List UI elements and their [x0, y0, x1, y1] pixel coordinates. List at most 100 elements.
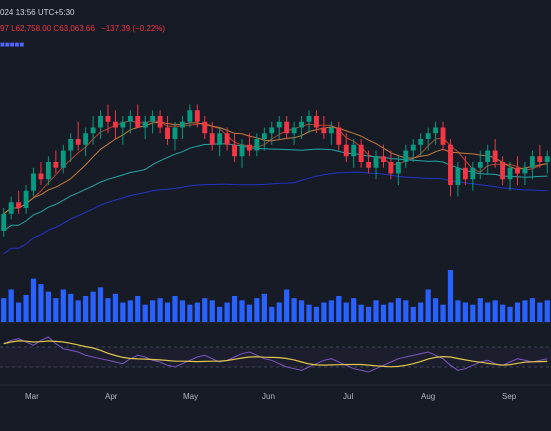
- candle: [239, 139, 245, 168]
- month-label-may: May: [183, 392, 199, 401]
- candle: [529, 150, 535, 180]
- volume-bar: [112, 293, 119, 322]
- volume-bar: [8, 289, 14, 322]
- candle: [112, 110, 118, 139]
- candle-body: [239, 144, 245, 157]
- candle-body: [351, 144, 357, 157]
- ohlc-close: C63,063.66: [53, 24, 95, 33]
- volume-bar: [365, 306, 372, 322]
- candle: [492, 139, 498, 168]
- candle: [254, 133, 260, 157]
- indicator-legend[interactable]: ■■■■■: [0, 40, 24, 49]
- candle: [31, 167, 36, 197]
- month-label-jul: Jul: [343, 392, 354, 401]
- candle-body: [321, 127, 327, 134]
- candle: [179, 116, 185, 139]
- volume-bar: [418, 302, 424, 322]
- ohlc-open: 97: [0, 24, 9, 33]
- volume-bar: [83, 296, 89, 322]
- candle: [395, 156, 401, 185]
- candle-body: [284, 121, 290, 134]
- candle: [105, 104, 111, 134]
- volume-bar: [403, 300, 409, 322]
- month-label-mar: Mar: [25, 392, 39, 401]
- candle-body: [53, 162, 59, 168]
- ohlc-change: −137.39 (−0.22%): [101, 24, 166, 33]
- candle-body: [507, 167, 513, 180]
- candle-body: [127, 116, 133, 122]
- candle: [53, 150, 59, 174]
- candle-body: [410, 144, 416, 151]
- volume-bar: [261, 293, 267, 322]
- volume-bar: [135, 296, 141, 322]
- candle: [127, 110, 133, 134]
- volume-bar: [164, 302, 171, 322]
- volume-bar: [194, 302, 200, 322]
- candle: [299, 116, 305, 139]
- candle: [381, 144, 386, 168]
- candle-body: [433, 127, 439, 134]
- candlesticks: [1, 104, 550, 237]
- candle: [373, 150, 379, 180]
- candle-body: [291, 127, 297, 134]
- candle-body: [366, 162, 372, 168]
- volume-bar: [514, 302, 521, 322]
- candle-body: [336, 127, 342, 145]
- volume-bar: [477, 298, 483, 322]
- volume-bar: [202, 298, 208, 322]
- candle-body: [306, 116, 312, 122]
- candle: [507, 162, 513, 191]
- volume-bar: [1, 298, 7, 322]
- volume-bar: [447, 270, 454, 322]
- candle: [165, 116, 170, 145]
- month-label-apr: Apr: [105, 392, 118, 401]
- volume-bar: [179, 300, 186, 322]
- volume-bar: [328, 300, 334, 322]
- candle-body: [485, 150, 491, 162]
- ohlc-low: L62,758.00: [11, 24, 52, 33]
- volume-bar: [187, 304, 193, 322]
- volume-bar: [298, 300, 305, 322]
- volume-bar: [127, 300, 133, 322]
- volume-bar: [343, 302, 349, 322]
- volume-bar: [172, 296, 178, 322]
- volume-bar: [217, 306, 223, 322]
- candle: [217, 127, 223, 157]
- candle-body: [425, 133, 431, 139]
- candle-body: [60, 150, 66, 168]
- ohlc-readout: 97 L62,758.00 C63,063.66 −137.39 (−0.22%…: [0, 24, 165, 33]
- candle: [433, 121, 439, 145]
- candle: [120, 116, 126, 145]
- candle-body: [448, 144, 453, 185]
- volume-bar: [410, 306, 416, 322]
- month-label-aug: Aug: [421, 392, 436, 401]
- price-chart[interactable]: [0, 0, 551, 431]
- candle-body: [8, 202, 14, 214]
- candle-body: [157, 116, 163, 128]
- candle-body: [31, 173, 36, 191]
- volume-bar: [470, 304, 476, 322]
- volume-bar: [16, 302, 22, 322]
- volume-bar: [239, 300, 245, 322]
- candle-body: [75, 139, 81, 145]
- candle-body: [254, 139, 260, 151]
- candle-body: [373, 156, 379, 168]
- volume-bar: [120, 302, 126, 322]
- candle-body: [246, 144, 252, 151]
- volume-bar: [425, 289, 431, 322]
- candle-body: [477, 162, 483, 168]
- candle: [38, 162, 44, 185]
- candle: [83, 127, 89, 157]
- volume-bar: [544, 300, 550, 322]
- candle-body: [150, 116, 156, 122]
- candle-body: [440, 127, 446, 145]
- candle: [261, 127, 267, 151]
- volume-bar: [388, 302, 394, 322]
- candle-body: [261, 133, 267, 139]
- candle-body: [194, 110, 200, 122]
- candle-body: [112, 121, 118, 128]
- candle: [500, 156, 506, 185]
- candle: [202, 116, 208, 139]
- volume-bar: [507, 306, 513, 322]
- candle-body: [16, 202, 22, 208]
